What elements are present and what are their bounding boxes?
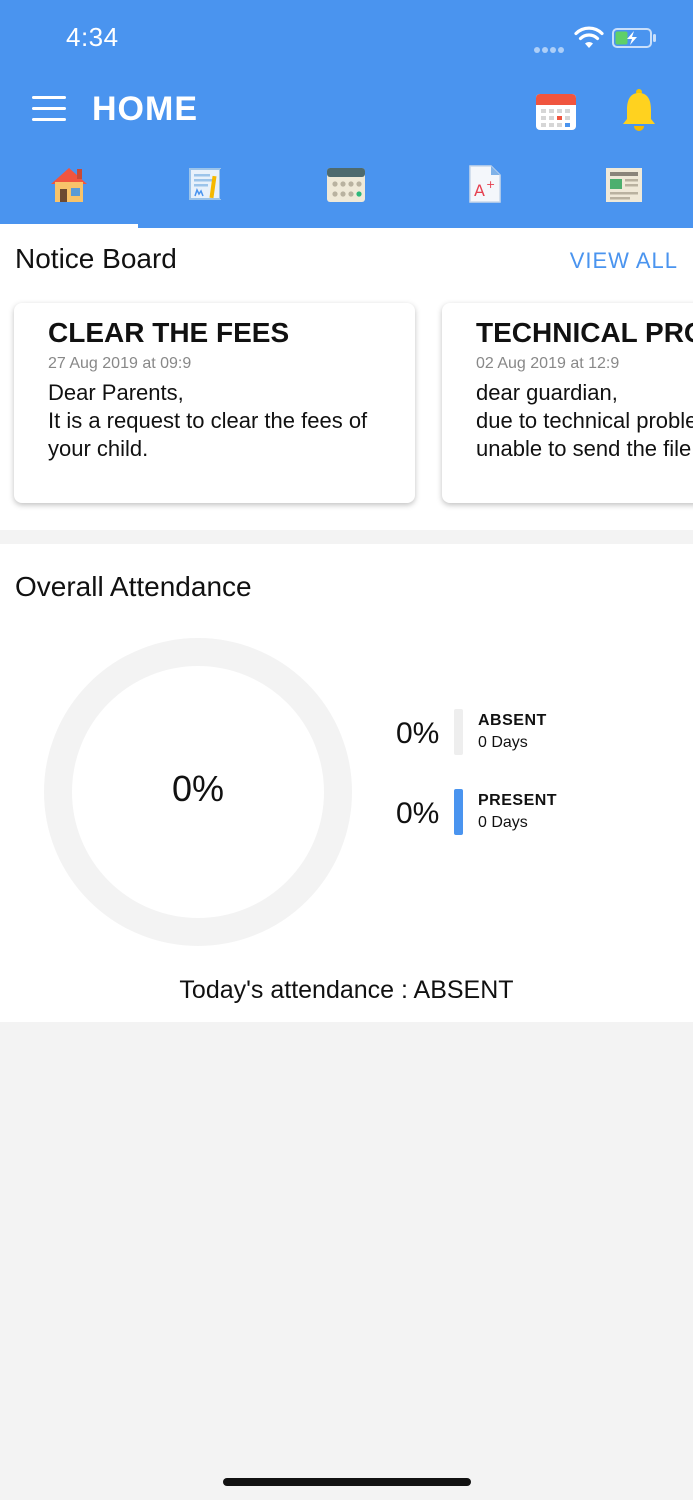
notice-title: TECHNICAL PROBLEM [476,317,693,348]
present-percent: 0% [396,797,440,830]
calendar-icon[interactable] [534,90,578,132]
attendance-title: Overall Attendance [15,571,252,602]
svg-text:+: + [486,178,495,191]
notice-card[interactable]: TECHNICAL PROBLEM 02 Aug 2019 at 12:9 de… [442,303,693,503]
notice-card[interactable]: CLEAR THE FEES 27 Aug 2019 at 09:9 Dear … [14,303,415,503]
wifi-icon [574,26,604,48]
present-color-bar [454,789,463,835]
view-all-link[interactable]: VIEW ALL [570,248,678,274]
newspaper-icon [606,168,642,202]
notice-board-section: Notice Board VIEW ALL CLEAR THE FEES 27 … [0,228,693,530]
present-label: PRESENT [478,792,558,809]
legend-absent: 0% ABSENT 0 Days [396,709,686,759]
absent-label: ABSENT [478,712,547,729]
notice-body: dear guardian, due to technical problem … [476,380,693,461]
tab-home[interactable] [0,162,138,224]
grade-report-icon: A + [469,165,501,203]
notification-bell-icon[interactable] [620,88,658,132]
battery-charging-icon [612,28,656,48]
tab-results[interactable]: A + [416,162,554,224]
tab-news[interactable] [555,162,693,224]
today-attendance: Today's attendance : ABSENT [179,976,514,1004]
notice-board-title: Notice Board [15,243,177,274]
cellular-signal-icon [534,40,568,53]
home-icon [51,168,87,202]
present-days: 0 Days [478,814,528,831]
calendar-grid-icon [327,168,365,202]
svg-text:A: A [474,181,485,200]
absent-percent: 0% [396,717,440,750]
tab-diary[interactable] [138,162,276,224]
notice-date: 27 Aug 2019 at 09:9 [48,355,192,372]
attendance-section: Overall Attendance 0% 0% ABSENT 0 Days 0… [0,544,693,1022]
legend-present: 0% PRESENT 0 Days [396,789,686,839]
attendance-percentage: 0% [171,768,225,809]
home-indicator[interactable] [223,1478,471,1486]
notice-body: Dear Parents, It is a request to clear t… [48,380,368,461]
hamburger-menu-icon[interactable] [32,96,68,124]
book-icon [189,168,224,200]
page-title: HOME [92,90,198,128]
notice-date: 02 Aug 2019 at 12:9 [476,355,620,372]
absent-color-bar [454,709,463,755]
app-header: 4:34 HOME A + [0,0,693,228]
status-time: 4:34 [66,22,119,52]
notice-title: CLEAR THE FEES [48,317,290,348]
absent-days: 0 Days [478,734,528,751]
tab-calendar[interactable] [277,162,415,224]
